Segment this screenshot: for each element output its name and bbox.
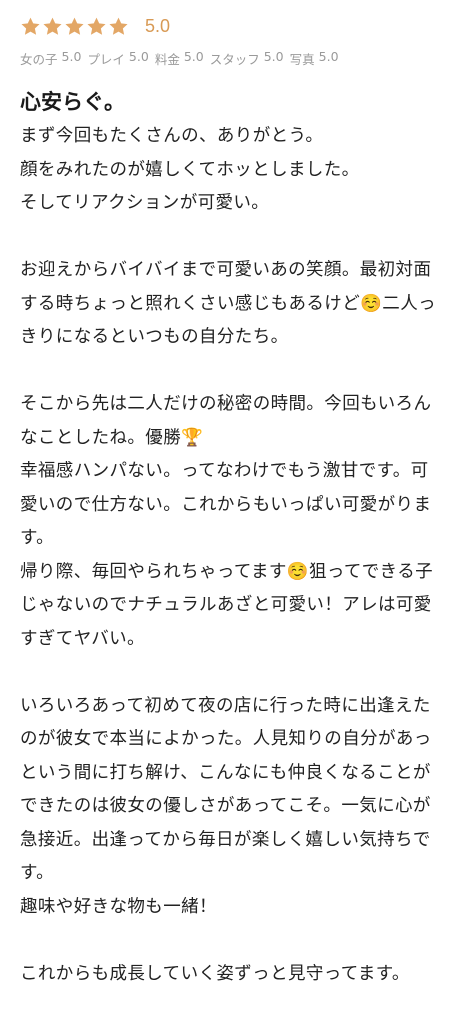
rating-row: 5.0	[20, 12, 443, 40]
sub-score-staff: スタッフ 5.0	[210, 49, 284, 68]
star-icon	[108, 16, 129, 37]
sub-score-label: 料金	[154, 51, 180, 67]
overall-score: 5.0	[145, 15, 171, 36]
sub-score-label: 女の子	[20, 51, 58, 67]
sub-score-value: 5.0	[61, 48, 82, 64]
sub-scores: 女の子 5.0 プレイ 5.0 料金 5.0 スタッフ 5.0 写真 5.0	[20, 48, 443, 68]
star-rating	[20, 16, 129, 37]
sub-score-play: プレイ 5.0	[87, 49, 148, 68]
sub-score-label: プレイ	[87, 51, 125, 67]
star-icon	[64, 16, 85, 37]
sub-score-photo: 写真 5.0	[290, 49, 339, 68]
sub-score-value: 5.0	[183, 48, 204, 64]
sub-score-value: 5.0	[263, 48, 284, 64]
review-title: 心安らぐ。	[20, 90, 125, 114]
star-icon	[20, 16, 41, 37]
sub-score-label: スタッフ	[209, 51, 260, 67]
review-card: 5.0 女の子 5.0 プレイ 5.0 料金 5.0 スタッフ 5.0 写真 5…	[0, 0, 463, 1024]
sub-score-value: 5.0	[318, 48, 339, 64]
sub-score-label: 写真	[289, 51, 315, 67]
star-icon	[86, 16, 107, 37]
sub-score-girl: 女の子 5.0	[20, 49, 81, 68]
review-body: まず今回もたくさんの、ありがとう。 顔をみれたのが嬉しくてホッとしました。 そし…	[20, 126, 436, 984]
sub-score-price: 料金 5.0	[155, 49, 204, 68]
sub-score-value: 5.0	[128, 48, 149, 64]
star-icon	[42, 16, 63, 37]
